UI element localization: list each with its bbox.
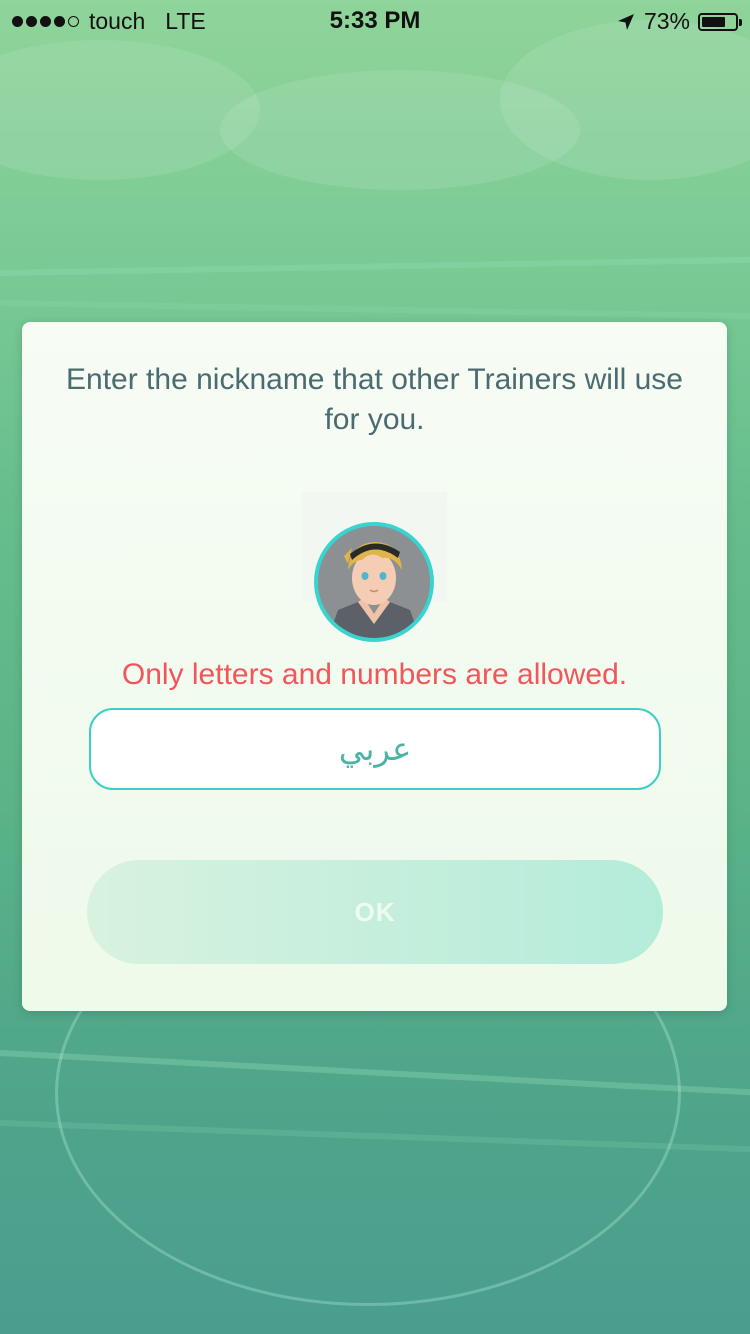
location-arrow-icon (617, 13, 634, 30)
ok-button[interactable]: OK (87, 860, 663, 964)
nickname-input[interactable] (89, 708, 661, 790)
nickname-dialog: Enter the nickname that other Trainers w… (22, 322, 727, 1011)
battery-level (702, 16, 725, 27)
status-bar: touch LTE 5:33 PM 73% (0, 0, 750, 40)
battery-icon (698, 12, 742, 31)
trainer-avatar (302, 492, 447, 642)
battery-percentage: 73% (643, 8, 690, 34)
dialog-prompt: Enter the nickname that other Trainers w… (66, 363, 683, 436)
status-right: 73% (616, 8, 742, 35)
validation-error: Only letters and numbers are allowed. (121, 658, 628, 691)
trainer-avatar-icon (314, 522, 434, 642)
